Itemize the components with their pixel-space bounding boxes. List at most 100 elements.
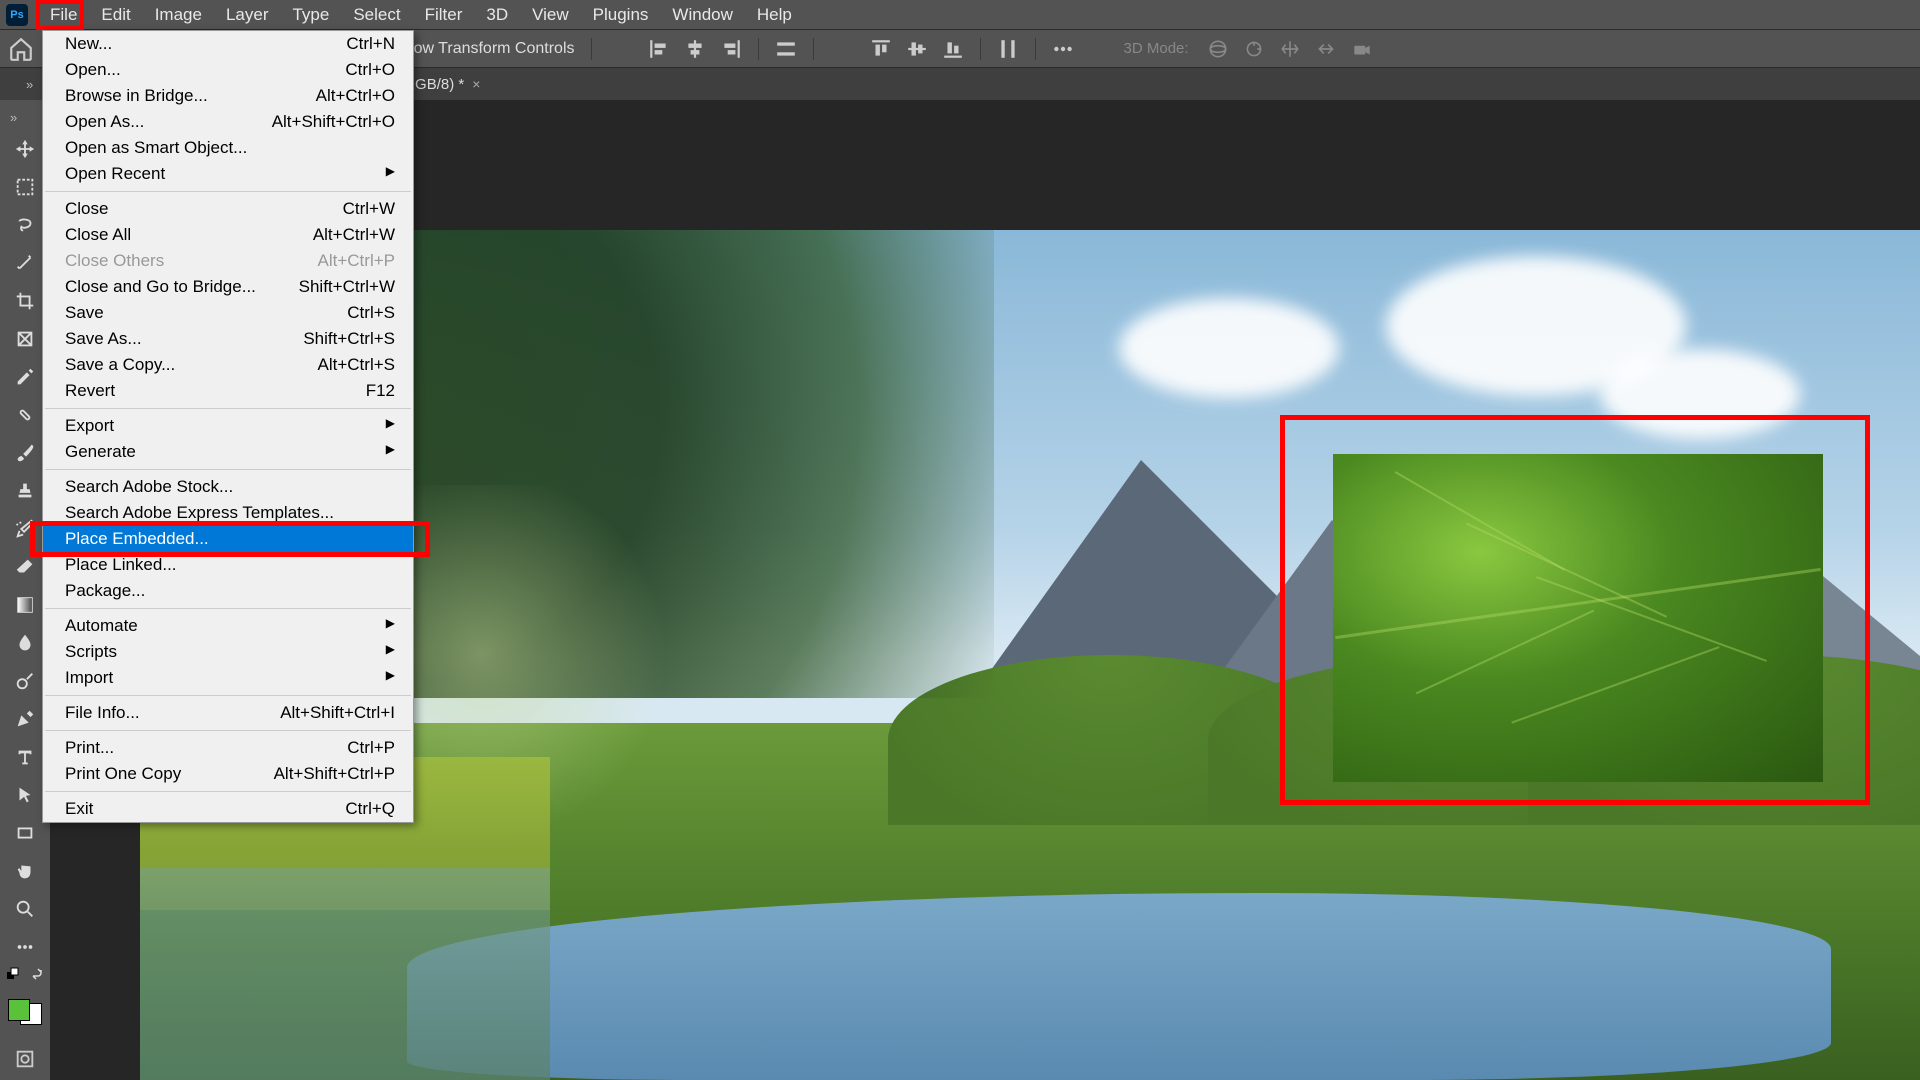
align-v-group [870,38,964,60]
menu-filter[interactable]: Filter [413,0,475,30]
rectangle-tool[interactable] [7,815,43,851]
menu-item-save-as[interactable]: Save As...Shift+Ctrl+S [43,326,413,352]
separator [758,38,759,60]
gradient-tool[interactable] [7,587,43,623]
stamp-tool[interactable] [7,473,43,509]
placed-leaf-image [1333,454,1823,782]
menu-view[interactable]: View [520,0,581,30]
history-brush-tool[interactable] [7,511,43,547]
menu-item-close-others: Close OthersAlt+Ctrl+P [43,248,413,274]
dodge-tool[interactable] [7,663,43,699]
zoom-tool[interactable] [7,891,43,927]
menu-file[interactable]: File [38,0,89,30]
menu-item-print[interactable]: Print...Ctrl+P [43,735,413,761]
move-tool[interactable] [7,131,43,167]
align-middle-icon[interactable] [906,38,928,60]
marquee-tool[interactable] [7,169,43,205]
menu-item-generate[interactable]: Generate▶ [43,439,413,465]
menu-plugins[interactable]: Plugins [581,0,661,30]
home-icon[interactable] [8,36,34,62]
tools-collapse-icon[interactable]: » [4,106,23,129]
placed-image-highlight-annotation [1280,415,1870,805]
menu-select[interactable]: Select [341,0,412,30]
quick-mask-icon[interactable] [7,1041,43,1077]
menu-item-close-all[interactable]: Close AllAlt+Ctrl+W [43,222,413,248]
hand-tool[interactable] [7,853,43,889]
menu-type[interactable]: Type [280,0,341,30]
menu-item-automate[interactable]: Automate▶ [43,613,413,639]
3d-mode-label: 3D Mode: [1124,40,1189,57]
color-reset-swap [6,967,44,981]
distribute-v-icon[interactable] [997,38,1019,60]
menu-item-search-adobe-express-templates[interactable]: Search Adobe Express Templates... [43,500,413,526]
more-tools-icon[interactable] [7,929,43,965]
menu-edit[interactable]: Edit [89,0,142,30]
menu-item-open[interactable]: Open...Ctrl+O [43,57,413,83]
menu-separator [45,191,411,192]
pen-tool[interactable] [7,701,43,737]
tabs-overflow-icon[interactable]: » [20,73,39,96]
type-tool[interactable] [7,739,43,775]
separator [591,38,592,60]
align-center-h-icon[interactable] [684,38,706,60]
menu-help[interactable]: Help [745,0,804,30]
menu-item-save[interactable]: SaveCtrl+S [43,300,413,326]
menu-item-print-one-copy[interactable]: Print One CopyAlt+Shift+Ctrl+P [43,761,413,787]
blur-tool[interactable] [7,625,43,661]
menu-item-scripts[interactable]: Scripts▶ [43,639,413,665]
align-icons-group [648,38,742,60]
menu-item-new[interactable]: New...Ctrl+N [43,31,413,57]
menu-separator [45,791,411,792]
separator [1035,38,1036,60]
eraser-tool[interactable] [7,549,43,585]
menu-item-place-linked[interactable]: Place Linked... [43,552,413,578]
menu-layer[interactable]: Layer [214,0,281,30]
brush-tool[interactable] [7,435,43,471]
align-right-icon[interactable] [720,38,742,60]
wand-tool[interactable] [7,245,43,281]
menu-item-package[interactable]: Package... [43,578,413,604]
3d-pan-icon[interactable] [1279,38,1301,60]
3d-slide-icon[interactable] [1315,38,1337,60]
frame-tool[interactable] [7,321,43,357]
menu-item-close[interactable]: CloseCtrl+W [43,196,413,222]
menu-item-search-adobe-stock[interactable]: Search Adobe Stock... [43,474,413,500]
menu-item-export[interactable]: Export▶ [43,413,413,439]
close-tab-icon[interactable]: × [472,76,480,92]
color-swatch[interactable] [8,991,42,1025]
menu-item-save-a-copy[interactable]: Save a Copy...Alt+Ctrl+S [43,352,413,378]
healing-tool[interactable] [7,397,43,433]
menu-item-exit[interactable]: ExitCtrl+Q [43,796,413,822]
eyedropper-tool[interactable] [7,359,43,395]
menu-item-file-info[interactable]: File Info...Alt+Shift+Ctrl+I [43,700,413,726]
foreground-color[interactable] [8,999,30,1021]
menu-separator [45,408,411,409]
menu-item-import[interactable]: Import▶ [43,665,413,691]
distribute-icon[interactable] [775,38,797,60]
menu-separator [45,608,411,609]
menu-item-revert[interactable]: RevertF12 [43,378,413,404]
align-top-icon[interactable] [870,38,892,60]
3d-camera-icon[interactable] [1351,38,1373,60]
menu-item-browse-in-bridge[interactable]: Browse in Bridge...Alt+Ctrl+O [43,83,413,109]
crop-tool[interactable] [7,283,43,319]
swap-colors-icon[interactable] [30,967,44,981]
3d-roll-icon[interactable] [1243,38,1265,60]
align-left-icon[interactable] [648,38,670,60]
default-colors-icon[interactable] [6,967,20,981]
menu-item-open-as-smart-object[interactable]: Open as Smart Object... [43,135,413,161]
menu-item-place-embedded[interactable]: Place Embedded... [43,526,413,552]
align-bottom-icon[interactable] [942,38,964,60]
3d-orbit-icon[interactable] [1207,38,1229,60]
lasso-tool[interactable] [7,207,43,243]
path-select-tool[interactable] [7,777,43,813]
menu-3d[interactable]: 3D [474,0,520,30]
menu-window[interactable]: Window [660,0,744,30]
menu-image[interactable]: Image [143,0,214,30]
menu-item-open-recent[interactable]: Open Recent▶ [43,161,413,187]
menu-separator [45,469,411,470]
file-dropdown-menu: New...Ctrl+NOpen...Ctrl+OBrowse in Bridg… [42,30,414,823]
menu-item-open-as[interactable]: Open As...Alt+Shift+Ctrl+O [43,109,413,135]
menu-item-close-and-go-to-bridge[interactable]: Close and Go to Bridge...Shift+Ctrl+W [43,274,413,300]
more-options-icon[interactable] [1052,38,1074,60]
